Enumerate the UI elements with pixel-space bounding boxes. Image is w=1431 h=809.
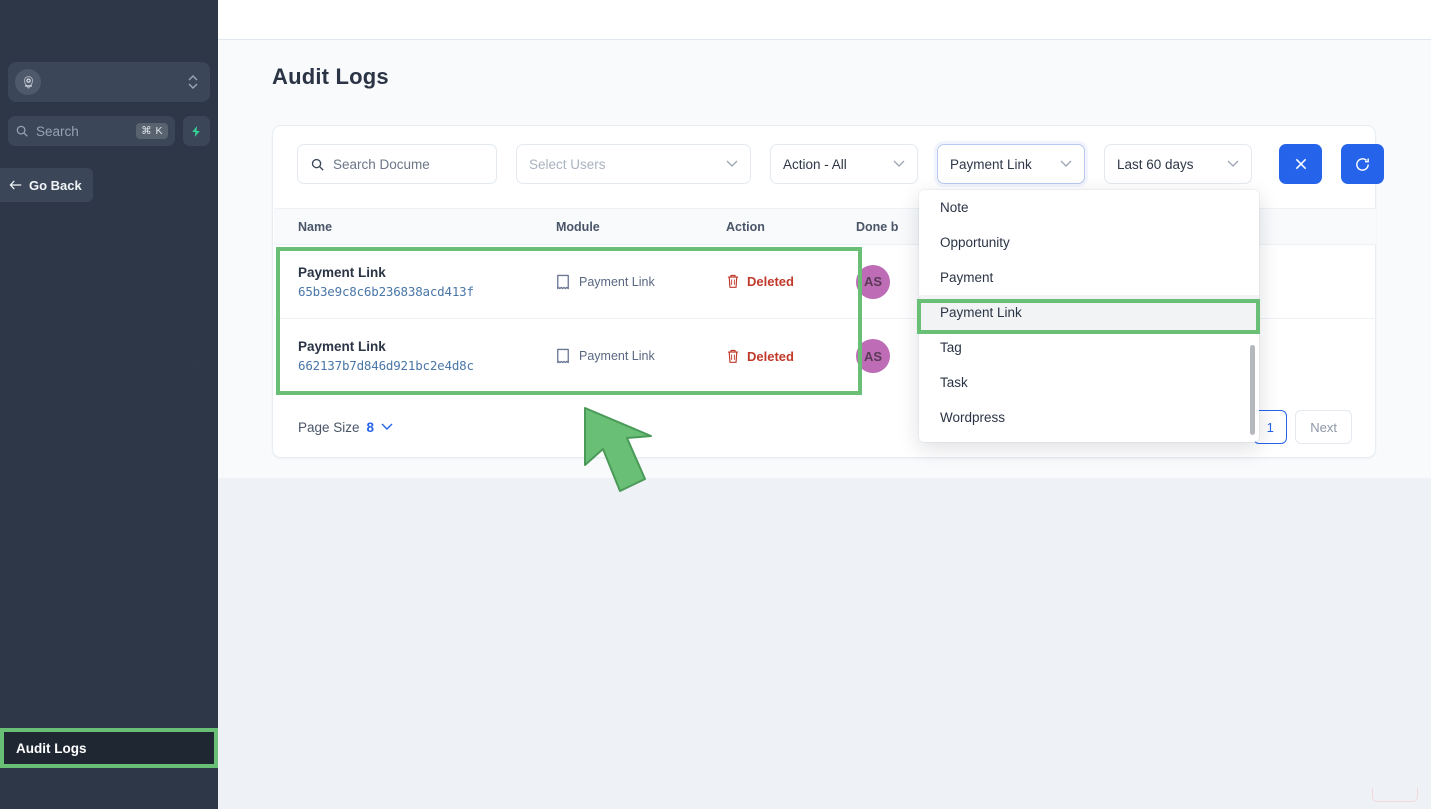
close-icon bbox=[1295, 158, 1306, 170]
search-shortcut-badge: ⌘ K bbox=[136, 123, 168, 139]
search-documents-placeholder: Search Docume bbox=[333, 156, 430, 172]
chevron-updown-icon bbox=[188, 75, 198, 89]
refresh-icon bbox=[1356, 157, 1369, 171]
row-id[interactable]: 65b3e9c8c6b236838acd413f bbox=[298, 284, 556, 299]
dropdown-option-tag[interactable]: Tag bbox=[919, 330, 1259, 365]
receipt-icon bbox=[557, 348, 569, 364]
row-id[interactable]: 662137b7d846d921bc2e4d8c bbox=[298, 358, 556, 373]
select-users-placeholder: Select Users bbox=[529, 156, 606, 172]
row-action-cell: Deleted bbox=[726, 349, 856, 364]
refresh-button[interactable] bbox=[1341, 144, 1384, 184]
page-size-selector[interactable]: Page Size 8 bbox=[298, 420, 393, 435]
row-module-cell: Payment Link bbox=[556, 274, 726, 290]
sidebar: Search ⌘ K Go Back . Audit Logs bbox=[0, 0, 218, 809]
page-background-lower bbox=[218, 478, 1431, 809]
page-title: Audit Logs bbox=[272, 64, 389, 89]
date-range-dropdown[interactable]: Last 60 days bbox=[1104, 144, 1252, 184]
row-name-cell: Payment Link 662137b7d846d921bc2e4d8c bbox=[274, 339, 556, 373]
top-bar bbox=[218, 0, 1431, 40]
row-name: Payment Link bbox=[298, 339, 386, 354]
dropdown-option-task[interactable]: Task bbox=[919, 365, 1259, 400]
search-placeholder: Search bbox=[36, 123, 79, 139]
dropdown-option-wordpress[interactable]: Wordpress bbox=[919, 400, 1259, 435]
dropdown-option-payment[interactable]: Payment bbox=[919, 260, 1259, 295]
sidebar-divider-dot: . bbox=[198, 355, 201, 365]
dropdown-option-note[interactable]: Note bbox=[919, 190, 1259, 225]
sidebar-search-row: Search ⌘ K bbox=[8, 116, 210, 146]
app-root: Search ⌘ K Go Back . Audit Logs Audit Lo… bbox=[0, 0, 1431, 809]
avatar[interactable]: AS bbox=[856, 264, 890, 299]
column-header-module: Module bbox=[556, 219, 600, 234]
pagination: 1 Next bbox=[1253, 410, 1352, 444]
filter-bar: Search Docume Select Users Action - All … bbox=[297, 144, 1384, 184]
clear-filters-button[interactable] bbox=[1279, 144, 1322, 184]
bottom-right-hint bbox=[1372, 788, 1418, 802]
row-module: Payment Link bbox=[579, 349, 655, 363]
module-filter-dropdown[interactable]: Payment Link bbox=[937, 144, 1085, 184]
date-range-value: Last 60 days bbox=[1117, 156, 1194, 172]
module-filter-value: Payment Link bbox=[950, 156, 1032, 172]
trash-icon bbox=[727, 349, 739, 363]
row-action-cell: Deleted bbox=[726, 274, 856, 289]
avatar[interactable]: AS bbox=[856, 339, 890, 373]
arrow-left-icon bbox=[9, 180, 22, 190]
select-users-dropdown[interactable]: Select Users bbox=[516, 144, 751, 184]
chevron-down-icon bbox=[381, 421, 393, 433]
row-name: Payment Link bbox=[298, 264, 386, 280]
row-name-cell: Payment Link 65b3e9c8c6b236838acd413f bbox=[274, 265, 556, 299]
page-size-value: 8 bbox=[366, 419, 375, 435]
receipt-icon bbox=[557, 274, 569, 289]
action-filter-dropdown[interactable]: Action - All bbox=[770, 144, 918, 184]
sidebar-item-label: Audit Logs bbox=[16, 740, 87, 756]
chevron-down-icon bbox=[726, 158, 738, 170]
dropdown-option-payment-link[interactable]: Payment Link bbox=[919, 295, 1259, 330]
search-icon bbox=[16, 125, 28, 137]
dropdown-option-opportunity[interactable]: Opportunity bbox=[919, 225, 1259, 260]
next-page-button[interactable]: Next bbox=[1295, 410, 1352, 444]
go-back-button[interactable]: Go Back bbox=[0, 168, 93, 202]
chevron-down-icon bbox=[893, 158, 905, 170]
org-switcher[interactable] bbox=[8, 62, 210, 102]
column-header-name: Name bbox=[298, 219, 333, 234]
row-action: Deleted bbox=[747, 274, 794, 289]
dropdown-scrollbar[interactable] bbox=[1250, 345, 1255, 435]
sidebar-item-audit-logs[interactable]: Audit Logs bbox=[0, 728, 218, 768]
module-dropdown-menu: Note Opportunity Payment Payment Link Ta… bbox=[919, 190, 1259, 442]
column-header-action: Action bbox=[726, 219, 765, 234]
row-module-cell: Payment Link bbox=[556, 348, 726, 364]
row-module: Payment Link bbox=[579, 274, 655, 289]
search-icon bbox=[311, 158, 324, 171]
chevron-down-icon bbox=[1227, 158, 1239, 170]
chevron-down-icon bbox=[1060, 158, 1072, 170]
trash-icon bbox=[727, 274, 739, 288]
action-filter-value: Action - All bbox=[783, 156, 847, 172]
row-action: Deleted bbox=[747, 348, 794, 364]
search-input[interactable]: Search ⌘ K bbox=[8, 116, 175, 146]
lightning-bolt-icon[interactable] bbox=[183, 116, 210, 146]
org-avatar-icon bbox=[15, 69, 41, 95]
page-size-label: Page Size bbox=[298, 419, 360, 435]
search-documents-input[interactable]: Search Docume bbox=[297, 144, 497, 184]
go-back-label: Go Back bbox=[29, 177, 82, 193]
